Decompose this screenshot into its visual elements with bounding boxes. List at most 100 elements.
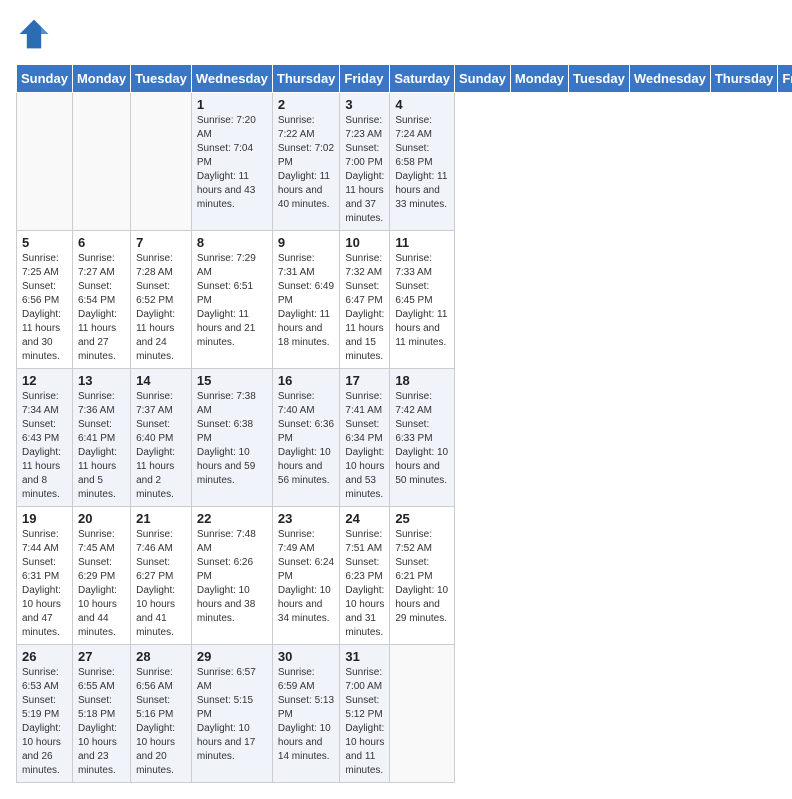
day-info: Sunrise: 7:24 AM Sunset: 6:58 PM Dayligh… xyxy=(395,114,449,212)
day-info: Sunrise: 6:57 AM Sunset: 5:15 PM Dayligh… xyxy=(197,666,267,764)
calendar-cell: 1 Sunrise: 7:20 AM Sunset: 7:04 PM Daylig… xyxy=(191,93,272,231)
day-info: Sunrise: 6:59 AM Sunset: 5:13 PM Dayligh… xyxy=(278,666,335,764)
day-number: 14 xyxy=(136,373,186,388)
day-info: Sunrise: 7:34 AM Sunset: 6:43 PM Dayligh… xyxy=(22,390,67,502)
day-number: 26 xyxy=(22,649,67,664)
calendar-cell: 18 Sunrise: 7:42 AM Sunset: 6:33 PM Dayli… xyxy=(390,369,455,507)
day-info: Sunrise: 7:20 AM Sunset: 7:04 PM Dayligh… xyxy=(197,114,267,212)
day-number: 3 xyxy=(345,97,384,112)
day-number: 18 xyxy=(395,373,449,388)
page-header xyxy=(16,16,776,52)
day-info: Sunrise: 7:37 AM Sunset: 6:40 PM Dayligh… xyxy=(136,390,186,502)
calendar-cell xyxy=(72,93,130,231)
day-info: Sunrise: 7:41 AM Sunset: 6:34 PM Dayligh… xyxy=(345,390,384,502)
day-info: Sunrise: 7:45 AM Sunset: 6:29 PM Dayligh… xyxy=(78,528,125,640)
day-number: 28 xyxy=(136,649,186,664)
calendar-cell: 16 Sunrise: 7:40 AM Sunset: 6:36 PM Dayli… xyxy=(272,369,340,507)
calendar-week-1: 1 Sunrise: 7:20 AM Sunset: 7:04 PM Daylig… xyxy=(17,93,792,231)
day-info: Sunrise: 7:23 AM Sunset: 7:00 PM Dayligh… xyxy=(345,114,384,226)
day-info: Sunrise: 6:55 AM Sunset: 5:18 PM Dayligh… xyxy=(78,666,125,778)
day-number: 24 xyxy=(345,511,384,526)
day-number: 11 xyxy=(395,235,449,250)
col-header-friday: Friday xyxy=(778,65,792,93)
day-info: Sunrise: 7:52 AM Sunset: 6:21 PM Dayligh… xyxy=(395,528,449,626)
calendar-cell: 29 Sunrise: 6:57 AM Sunset: 5:15 PM Dayli… xyxy=(191,645,272,783)
calendar-week-2: 5 Sunrise: 7:25 AM Sunset: 6:56 PM Daylig… xyxy=(17,231,792,369)
day-info: Sunrise: 7:29 AM Sunset: 6:51 PM Dayligh… xyxy=(197,252,267,350)
calendar-cell: 19 Sunrise: 7:44 AM Sunset: 6:31 PM Dayli… xyxy=(17,507,73,645)
day-info: Sunrise: 7:25 AM Sunset: 6:56 PM Dayligh… xyxy=(22,252,67,364)
calendar-cell: 28 Sunrise: 6:56 AM Sunset: 5:16 PM Dayli… xyxy=(131,645,192,783)
day-info: Sunrise: 7:36 AM Sunset: 6:41 PM Dayligh… xyxy=(78,390,125,502)
day-number: 5 xyxy=(22,235,67,250)
day-info: Sunrise: 7:44 AM Sunset: 6:31 PM Dayligh… xyxy=(22,528,67,640)
day-number: 1 xyxy=(197,97,267,112)
calendar-cell: 2 Sunrise: 7:22 AM Sunset: 7:02 PM Daylig… xyxy=(272,93,340,231)
calendar-cell: 31Sunrise: 7:00 AM Sunset: 5:12 PM Dayli… xyxy=(340,645,390,783)
day-info: Sunrise: 7:40 AM Sunset: 6:36 PM Dayligh… xyxy=(278,390,335,488)
calendar-cell: 14 Sunrise: 7:37 AM Sunset: 6:40 PM Dayli… xyxy=(131,369,192,507)
day-info: Sunrise: 6:56 AM Sunset: 5:16 PM Dayligh… xyxy=(136,666,186,778)
calendar-cell: 17Sunrise: 7:41 AM Sunset: 6:34 PM Dayli… xyxy=(340,369,390,507)
col-header-tuesday: Tuesday xyxy=(569,65,630,93)
day-number: 23 xyxy=(278,511,335,526)
day-number: 7 xyxy=(136,235,186,250)
day-info: Sunrise: 7:49 AM Sunset: 6:24 PM Dayligh… xyxy=(278,528,335,626)
calendar-cell: 8 Sunrise: 7:29 AM Sunset: 6:51 PM Daylig… xyxy=(191,231,272,369)
day-number: 16 xyxy=(278,373,335,388)
day-info: Sunrise: 7:51 AM Sunset: 6:23 PM Dayligh… xyxy=(345,528,384,640)
calendar-cell: 23 Sunrise: 7:49 AM Sunset: 6:24 PM Dayli… xyxy=(272,507,340,645)
calendar-cell: 20Sunrise: 7:45 AM Sunset: 6:29 PM Dayli… xyxy=(72,507,130,645)
day-info: Sunrise: 7:00 AM Sunset: 5:12 PM Dayligh… xyxy=(345,666,384,778)
day-info: Sunrise: 7:48 AM Sunset: 6:26 PM Dayligh… xyxy=(197,528,267,626)
calendar-week-4: 19 Sunrise: 7:44 AM Sunset: 6:31 PM Dayli… xyxy=(17,507,792,645)
day-number: 8 xyxy=(197,235,267,250)
day-number: 29 xyxy=(197,649,267,664)
day-info: Sunrise: 7:33 AM Sunset: 6:45 PM Dayligh… xyxy=(395,252,449,350)
calendar-cell: 24 Sunrise: 7:51 AM Sunset: 6:23 PM Dayli… xyxy=(340,507,390,645)
calendar-cell: 3 Sunrise: 7:23 AM Sunset: 7:00 PM Daylig… xyxy=(340,93,390,231)
logo xyxy=(16,16,56,52)
calendar-cell: 11 Sunrise: 7:33 AM Sunset: 6:45 PM Dayli… xyxy=(390,231,455,369)
logo-icon xyxy=(16,16,52,52)
day-number: 12 xyxy=(22,373,67,388)
day-info: Sunrise: 7:42 AM Sunset: 6:33 PM Dayligh… xyxy=(395,390,449,488)
day-number: 22 xyxy=(197,511,267,526)
calendar-cell: 5 Sunrise: 7:25 AM Sunset: 6:56 PM Daylig… xyxy=(17,231,73,369)
day-info: Sunrise: 7:38 AM Sunset: 6:38 PM Dayligh… xyxy=(197,390,267,488)
calendar-week-3: 12 Sunrise: 7:34 AM Sunset: 6:43 PM Dayli… xyxy=(17,369,792,507)
calendar-cell: 27Sunrise: 6:55 AM Sunset: 5:18 PM Dayli… xyxy=(72,645,130,783)
day-number: 19 xyxy=(22,511,67,526)
calendar-week-5: 26 Sunrise: 6:53 AM Sunset: 5:19 PM Dayli… xyxy=(17,645,792,783)
calendar-cell: 6Sunrise: 7:27 AM Sunset: 6:54 PM Daylig… xyxy=(72,231,130,369)
day-info: Sunrise: 7:31 AM Sunset: 6:49 PM Dayligh… xyxy=(278,252,335,350)
day-info: Sunrise: 7:27 AM Sunset: 6:54 PM Dayligh… xyxy=(78,252,125,364)
calendar-cell xyxy=(131,93,192,231)
calendar-table: SundayMondayTuesdayWednesdayThursdayFrid… xyxy=(16,64,792,783)
calendar-cell: 25Sunrise: 7:52 AM Sunset: 6:21 PM Dayli… xyxy=(390,507,455,645)
calendar-cell: 13Sunrise: 7:36 AM Sunset: 6:41 PM Dayli… xyxy=(72,369,130,507)
calendar-cell: 12 Sunrise: 7:34 AM Sunset: 6:43 PM Dayli… xyxy=(17,369,73,507)
day-info: Sunrise: 7:28 AM Sunset: 6:52 PM Dayligh… xyxy=(136,252,186,364)
day-info: Sunrise: 6:53 AM Sunset: 5:19 PM Dayligh… xyxy=(22,666,67,778)
day-info: Sunrise: 7:46 AM Sunset: 6:27 PM Dayligh… xyxy=(136,528,186,640)
calendar-cell xyxy=(17,93,73,231)
day-number: 2 xyxy=(278,97,335,112)
col-header-friday: Friday xyxy=(340,65,390,93)
day-number: 9 xyxy=(278,235,335,250)
day-info: Sunrise: 7:32 AM Sunset: 6:47 PM Dayligh… xyxy=(345,252,384,364)
col-header-monday: Monday xyxy=(510,65,568,93)
calendar-cell xyxy=(390,645,455,783)
calendar-cell: 15Sunrise: 7:38 AM Sunset: 6:38 PM Dayli… xyxy=(191,369,272,507)
calendar-cell: 21Sunrise: 7:46 AM Sunset: 6:27 PM Dayli… xyxy=(131,507,192,645)
col-header-saturday: Saturday xyxy=(390,65,455,93)
col-header-thursday: Thursday xyxy=(710,65,778,93)
calendar-cell: 30Sunrise: 6:59 AM Sunset: 5:13 PM Dayli… xyxy=(272,645,340,783)
col-header-wednesday: Wednesday xyxy=(191,65,272,93)
col-header-sunday: Sunday xyxy=(17,65,73,93)
calendar-cell: 26 Sunrise: 6:53 AM Sunset: 5:19 PM Dayli… xyxy=(17,645,73,783)
day-info: Sunrise: 7:22 AM Sunset: 7:02 PM Dayligh… xyxy=(278,114,335,212)
col-header-tuesday: Tuesday xyxy=(131,65,192,93)
col-header-monday: Monday xyxy=(72,65,130,93)
calendar-cell: 4Sunrise: 7:24 AM Sunset: 6:58 PM Daylig… xyxy=(390,93,455,231)
